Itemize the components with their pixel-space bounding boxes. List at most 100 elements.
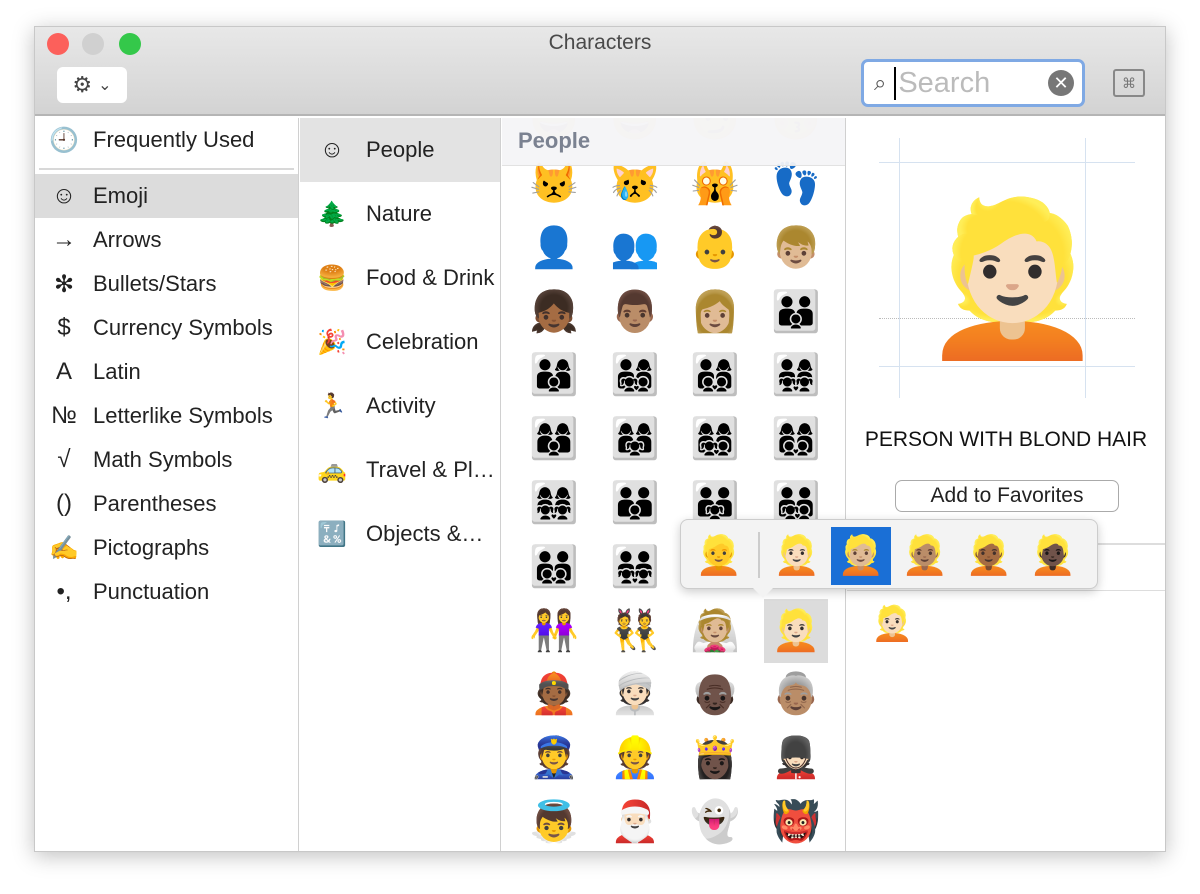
category-people[interactable]: ☺ People bbox=[300, 118, 500, 182]
sidebar-item-label: Punctuation bbox=[93, 579, 210, 604]
grid-cell[interactable]: 👱🏻 bbox=[764, 598, 828, 663]
grid-cell[interactable]: 👪 bbox=[764, 280, 828, 344]
category-label: Celebration bbox=[366, 329, 479, 354]
sidebar-item-currency-symbols[interactable]: $ Currency Symbols bbox=[35, 306, 298, 350]
grid-cell[interactable]: 👨‍👩‍👧‍👦 bbox=[603, 343, 667, 407]
sidebar-item-punctuation[interactable]: •, Punctuation bbox=[35, 570, 298, 614]
category-food-drink[interactable]: 🍔 Food & Drink bbox=[300, 246, 500, 310]
sidebar-item-frequently-used[interactable]: 🕘 Frequently Used bbox=[35, 118, 298, 162]
skin-tone-option[interactable]: 👱 bbox=[689, 527, 749, 585]
grid-cell[interactable]: 👨‍👩‍👧‍👧 bbox=[764, 343, 828, 407]
grid-cell[interactable]: 👸🏿 bbox=[683, 726, 747, 790]
section-header: People bbox=[502, 118, 845, 166]
grid-cell[interactable]: 👯 bbox=[603, 599, 667, 663]
skin-tone-option[interactable]: 👱🏻 bbox=[767, 527, 827, 585]
skin-tone-option[interactable]: 👱🏾 bbox=[959, 527, 1019, 585]
sidebar-item-arrows[interactable]: → Arrows bbox=[35, 218, 298, 262]
skin-tone-option[interactable]: 👱🏿 bbox=[1023, 527, 1083, 585]
category-icon: 🎉 bbox=[317, 328, 347, 356]
gear-icon: ⚙ bbox=[72, 72, 93, 97]
category-icon: 🚕 bbox=[317, 456, 347, 484]
grid-cell[interactable]: 👩🏼 bbox=[683, 280, 747, 344]
grid-cell[interactable]: 👵🏽 bbox=[764, 662, 828, 726]
grid-cell[interactable]: 👨‍👩‍👦‍👦 bbox=[683, 343, 747, 407]
asterisk-icon: ✻ bbox=[53, 270, 75, 298]
sidebar-item-label: Latin bbox=[93, 359, 141, 384]
latin-a-icon: A bbox=[55, 358, 72, 385]
category-list: ☺ People 🌲 Nature 🍔 Food & Drink 🎉 Celebration 🏃… bbox=[300, 118, 501, 851]
writing-hand-icon: ✍ bbox=[49, 534, 79, 562]
clear-search-icon[interactable]: ✕ bbox=[1048, 70, 1074, 96]
sidebar-item-math-symbols[interactable]: √ Math Symbols bbox=[35, 438, 298, 482]
sidebar: 🕘 Frequently Used ☺ Emoji → Arrows ✻ Bullets/St… bbox=[35, 118, 299, 851]
sidebar-item-emoji[interactable]: ☺ Emoji bbox=[35, 174, 298, 218]
keyboard-viewer-icon[interactable]: ⌘ bbox=[1113, 69, 1145, 97]
category-label: Objects &… bbox=[366, 521, 484, 546]
grid-cell[interactable]: 👨‍👩‍👦 bbox=[522, 343, 586, 407]
grid-cell[interactable]: 👭 bbox=[522, 599, 586, 663]
grid-cell[interactable]: 👮 bbox=[522, 726, 586, 790]
favorite-item[interactable]: 👱🏻 bbox=[871, 604, 913, 644]
category-label: Nature bbox=[366, 201, 433, 226]
category-activity[interactable]: 🏃 Activity bbox=[300, 374, 500, 438]
characters-window: Characters ⚙⌄ ⌕ ✕ ⌘ 🕘Frequently Used☺Emo… bbox=[34, 26, 1166, 852]
category-celebration[interactable]: 🎉 Celebration bbox=[300, 310, 500, 374]
grid-cell[interactable]: 👳🏻 bbox=[603, 662, 667, 726]
grid-cell[interactable]: 👥 bbox=[603, 216, 667, 280]
action-menu-button[interactable]: ⚙ ⌄ bbox=[57, 67, 127, 103]
grid-cell[interactable]: 👨🏽 bbox=[603, 280, 667, 344]
grid-cell[interactable]: 👨‍👨‍👧‍👧 bbox=[603, 535, 667, 599]
sidebar-item-bullets-stars[interactable]: ✻ Bullets/Stars bbox=[35, 262, 298, 306]
grid-cell[interactable]: 🎅🏻 bbox=[603, 790, 667, 851]
sidebar-item-label: Parentheses bbox=[93, 491, 217, 516]
grid-cell[interactable]: 👩‍👩‍👧‍👦 bbox=[683, 407, 747, 471]
sqrt-icon: √ bbox=[57, 446, 71, 473]
grid-cell[interactable]: 👨‍👨‍👦‍👦 bbox=[522, 535, 586, 599]
category-icon: 🏃 bbox=[317, 392, 347, 420]
grid-cell[interactable]: 👼 bbox=[522, 790, 586, 851]
search-input[interactable] bbox=[894, 66, 1035, 100]
character-grid[interactable]: People 😀😀😏😚😾😿🙀👣👤👥👶👦🏼👧🏾👨🏽👩🏼👪👨‍👩‍👦👨‍👩‍👧‍👦👨… bbox=[502, 118, 846, 851]
grid-cell[interactable]: 👶 bbox=[683, 216, 747, 280]
grid-cell[interactable]: 👩‍👩‍👦 bbox=[522, 407, 586, 471]
grid-cell[interactable]: 💂🏻 bbox=[764, 726, 828, 790]
arrow-icon: → bbox=[52, 226, 76, 253]
category-nature[interactable]: 🌲 Nature bbox=[300, 182, 500, 246]
glyph-preview: 👱🏻 bbox=[879, 138, 1135, 398]
sidebar-item-pictographs[interactable]: ✍ Pictographs bbox=[35, 526, 298, 570]
punctuation-icon: •, bbox=[56, 578, 72, 605]
grid-cell[interactable]: 👩‍👩‍👧‍👧 bbox=[522, 471, 586, 535]
sidebar-item-label: Arrows bbox=[93, 227, 162, 252]
category-icon: 🌲 bbox=[317, 200, 347, 228]
sidebar-item-latin[interactable]: A Latin bbox=[35, 350, 298, 394]
search-field[interactable]: ⌕ ✕ bbox=[861, 59, 1085, 107]
category-travel-pl-[interactable]: 🚕 Travel & Pl… bbox=[300, 438, 500, 502]
skin-tone-option[interactable]: 👱🏽 bbox=[895, 527, 955, 585]
category-label: Activity bbox=[366, 393, 436, 418]
sidebar-item-parentheses[interactable]: () Parentheses bbox=[35, 482, 298, 526]
chevron-down-icon: ⌄ bbox=[98, 77, 112, 94]
grid-cell[interactable]: 👷 bbox=[603, 726, 667, 790]
grid-cell[interactable]: 👩‍👩‍👦‍👦 bbox=[764, 407, 828, 471]
clock-icon: 🕘 bbox=[49, 126, 79, 154]
dollar-icon: $ bbox=[57, 314, 71, 341]
skin-tone-popup: 👱 👱🏻 👱🏼 👱🏽 👱🏾 👱🏿 bbox=[680, 519, 1098, 598]
grid-cell[interactable]: 👹 bbox=[764, 790, 828, 851]
sidebar-divider bbox=[39, 162, 294, 170]
category-objects-[interactable]: 🔣 Objects &… bbox=[300, 502, 500, 566]
grid-cell[interactable]: 👦🏼 bbox=[764, 216, 828, 280]
add-to-favorites-button[interactable]: Add to Favorites bbox=[895, 480, 1119, 512]
category-icon: 🔣 bbox=[317, 520, 347, 548]
grid-cell[interactable]: 👰🏼 bbox=[683, 599, 747, 663]
grid-cell[interactable]: 👧🏾 bbox=[522, 280, 586, 344]
grid-cell[interactable]: 👩‍👩‍👧 bbox=[603, 407, 667, 471]
grid-cell[interactable]: 👲🏾 bbox=[522, 662, 586, 726]
skin-tone-option[interactable]: 👱🏼 bbox=[831, 527, 891, 585]
detail-panel: 👱🏻 PERSON WITH BLOND HAIR Add to Favorit… bbox=[847, 118, 1165, 851]
sidebar-item-letterlike-symbols[interactable]: № Letterlike Symbols bbox=[35, 394, 298, 438]
grid-cell[interactable]: 👤 bbox=[522, 216, 586, 280]
grid-cell[interactable]: 👻 bbox=[683, 790, 747, 851]
grid-cell[interactable]: 👨‍👨‍👦 bbox=[603, 471, 667, 535]
grid-cell[interactable]: 👴🏿 bbox=[683, 662, 747, 726]
title-bar: Characters ⚙⌄ ⌕ ✕ ⌘ bbox=[35, 27, 1165, 116]
